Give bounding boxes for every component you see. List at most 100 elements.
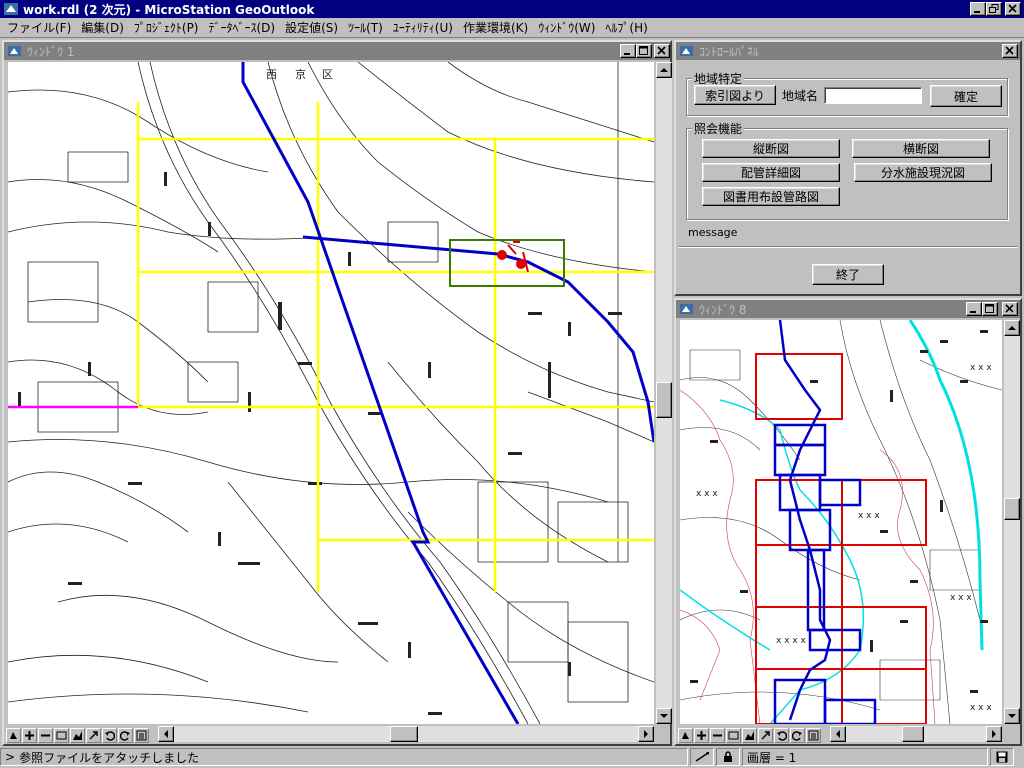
window-1-close-button[interactable] xyxy=(654,44,670,58)
window-8-close-button[interactable] xyxy=(1002,302,1018,316)
window-8-map-canvas: x x x x x x x x x x x x x x x x x x x xyxy=(680,320,1002,724)
menu-item-2[interactable]: ﾌﾟﾛｼﾞｪｸﾄ(P) xyxy=(129,19,204,37)
map-label: 西 xyxy=(266,68,277,81)
pipe-detail-button[interactable]: 配管詳細図 xyxy=(702,163,840,182)
area-name-input[interactable] xyxy=(824,87,922,104)
view-attributes-icon[interactable] xyxy=(806,727,821,743)
close-app-button[interactable] xyxy=(1005,2,1021,16)
window-1-horizontal-scrollbar[interactable] xyxy=(158,726,654,742)
rotate-view-icon[interactable] xyxy=(758,727,773,743)
window-icon xyxy=(679,302,695,316)
confirm-button[interactable]: 確定 xyxy=(930,85,1002,107)
restore-icon xyxy=(989,4,999,13)
scroll-thumb[interactable] xyxy=(1004,498,1020,520)
app-icon[interactable] xyxy=(3,2,19,16)
scroll-right-button[interactable] xyxy=(638,726,654,742)
arrow-up-icon xyxy=(660,68,668,72)
cross-section-button[interactable]: 横断図 xyxy=(852,139,990,158)
book-pipe-button[interactable]: 図書用布設管路図 xyxy=(702,187,840,206)
control-panel-close-button[interactable] xyxy=(1002,44,1018,58)
index-map-button[interactable]: 索引図より xyxy=(694,85,776,105)
arrow-left-icon xyxy=(836,730,840,738)
window-area-icon[interactable] xyxy=(54,727,69,743)
scroll-thumb[interactable] xyxy=(390,726,418,742)
window-1-map-canvas: 西 京 区 xyxy=(8,62,654,724)
layer-panel: 画層 = 1 xyxy=(742,748,988,766)
save-panel[interactable] xyxy=(990,748,1014,766)
window-8-map[interactable]: x x x x x x x x x x x x x x x x x x x xyxy=(680,320,1002,724)
save-icon xyxy=(996,751,1008,763)
lock-panel[interactable] xyxy=(716,748,740,766)
window-1-maximize-button[interactable] xyxy=(636,44,652,58)
scroll-up-button[interactable] xyxy=(1004,320,1020,336)
update-view-icon[interactable] xyxy=(6,727,21,743)
scroll-thumb[interactable] xyxy=(902,726,924,742)
window-1-titlebar[interactable]: ｳｨﾝﾄﾞｳ 1 xyxy=(4,42,670,60)
scroll-right-button[interactable] xyxy=(986,726,1002,742)
window-1-vertical-scrollbar[interactable] xyxy=(656,62,672,724)
branch-facility-button[interactable]: 分水施設現況図 xyxy=(854,163,992,182)
menu-item-5[interactable]: ﾂｰﾙ(T) xyxy=(343,19,388,37)
zoom-out-icon[interactable] xyxy=(710,727,725,743)
window-area-icon[interactable] xyxy=(726,727,741,743)
rotate-view-icon[interactable] xyxy=(86,727,101,743)
fit-view-icon[interactable] xyxy=(742,727,757,743)
map-label: x x x xyxy=(970,363,992,373)
arrow-right-icon xyxy=(992,730,996,738)
query-group-label: 照会機能 xyxy=(692,120,745,137)
scroll-down-button[interactable] xyxy=(1004,708,1020,724)
menu-bar: ファイル(F) 編集(D) ﾌﾟﾛｼﾞｪｸﾄ(P) ﾃﾞｰﾀﾍﾞｰｽ(D) 設定値(S)… xyxy=(0,18,1024,38)
restore-app-button[interactable] xyxy=(986,2,1002,16)
window-8-minimize-button[interactable] xyxy=(966,302,982,316)
undo-view-icon[interactable] xyxy=(774,727,789,743)
view-attributes-icon[interactable] xyxy=(134,727,149,743)
maximize-icon xyxy=(985,304,994,313)
scroll-left-button[interactable] xyxy=(158,726,174,742)
snap-mode-panel[interactable] xyxy=(690,748,714,766)
menu-item-3[interactable]: ﾃﾞｰﾀﾍﾞｰｽ(D) xyxy=(204,19,281,37)
fit-view-icon[interactable] xyxy=(70,727,85,743)
snap-icon xyxy=(695,752,709,762)
app-titlebar[interactable]: work.rdl (2 次元) - MicroStation GeoOutloo… xyxy=(0,0,1024,18)
window-1-title: ｳｨﾝﾄﾞｳ 1 xyxy=(27,44,75,59)
menu-item-0[interactable]: ファイル(F) xyxy=(2,19,76,37)
map-label: 区 xyxy=(322,68,333,81)
redo-view-icon[interactable] xyxy=(790,727,805,743)
zoom-in-icon[interactable] xyxy=(694,727,709,743)
longitudinal-profile-button[interactable]: 縦断図 xyxy=(702,139,840,158)
lock-icon xyxy=(724,751,732,762)
layer-indicator: 画層 = 1 xyxy=(747,750,797,765)
area-name-label: 地域名 xyxy=(782,89,819,103)
menu-item-7[interactable]: 作業環境(K) xyxy=(458,19,533,37)
minimize-icon xyxy=(974,11,980,13)
end-button[interactable]: 終了 xyxy=(812,264,884,285)
scroll-left-button[interactable] xyxy=(830,726,846,742)
menu-item-9[interactable]: ﾍﾙﾌﾟ(H) xyxy=(600,19,652,37)
window-1-map[interactable]: 西 京 区 xyxy=(8,62,654,724)
scroll-thumb[interactable] xyxy=(656,382,672,418)
update-view-icon[interactable] xyxy=(678,727,693,743)
zoom-out-icon[interactable] xyxy=(38,727,53,743)
arrow-down-icon xyxy=(1008,714,1016,718)
window-1-minimize-button[interactable] xyxy=(620,44,636,58)
window-8-maximize-button[interactable] xyxy=(982,302,998,316)
divider xyxy=(678,246,1018,248)
menu-item-8[interactable]: ｳｨﾝﾄﾞｳ(W) xyxy=(533,19,600,37)
menu-item-4[interactable]: 設定値(S) xyxy=(280,19,343,37)
status-bar: > 参照ファイルをアタッチしました 画層 = 1 xyxy=(0,746,1024,768)
scroll-up-button[interactable] xyxy=(656,62,672,78)
control-panel-titlebar[interactable]: ｺﾝﾄﾛｰﾙﾊﾟﾈﾙ xyxy=(676,42,1020,60)
window-8-view-controls xyxy=(678,726,822,744)
map-label: x x x xyxy=(970,703,992,713)
redo-view-icon[interactable] xyxy=(118,727,133,743)
window-8-vertical-scrollbar[interactable] xyxy=(1004,320,1020,724)
undo-view-icon[interactable] xyxy=(102,727,117,743)
maximize-icon xyxy=(639,46,648,55)
scroll-down-button[interactable] xyxy=(656,708,672,724)
window-icon xyxy=(679,44,695,58)
minimize-app-button[interactable] xyxy=(970,2,986,16)
menu-item-6[interactable]: ﾕｰﾃｨﾘﾃｨ(U) xyxy=(388,19,458,37)
window-8-horizontal-scrollbar[interactable] xyxy=(830,726,1002,742)
menu-item-1[interactable]: 編集(D) xyxy=(76,19,129,37)
zoom-in-icon[interactable] xyxy=(22,727,37,743)
